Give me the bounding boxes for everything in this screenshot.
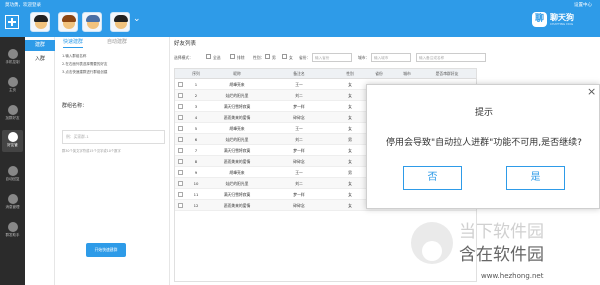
group-name-label: 群组名称：: [62, 103, 88, 109]
auto-reply-icon: [7, 166, 18, 176]
col-header: 是否串群好友: [435, 71, 459, 76]
watermark-line1: 当下软件园: [459, 222, 544, 242]
sidebar-item-auto-reply[interactable]: 自动回复: [2, 164, 23, 186]
dialog-message: 停用会导致"自动拉人进群"功能不可用,是否继续?: [386, 138, 582, 148]
row-checkbox[interactable]: [178, 82, 183, 87]
app-logo: 聊 聊天狗 CHATTING DOG: [532, 10, 586, 30]
female-checkbox[interactable]: [282, 54, 287, 59]
sidebar-item-phone[interactable]: 手机控制: [2, 47, 23, 69]
instruction-line: 3.点击快速建群进行群组创建: [62, 70, 108, 74]
col-header: 城市: [403, 71, 411, 76]
instruction-line: 1.输入群组名称: [62, 54, 87, 58]
row-checkbox[interactable]: [178, 192, 183, 197]
instruction-line: 2.在右面列表选择需要的好友: [62, 62, 108, 66]
friend-list-title: 好友列表: [174, 41, 197, 47]
row-checkbox[interactable]: [178, 159, 183, 164]
app-window: 莫功勇，欢迎登录 设置中心 ⌄ 聊 聊天狗 CHATTING DOG 手机控制 …: [0, 0, 600, 285]
male-label: 男: [272, 55, 276, 60]
watermark-logo-icon: [411, 222, 453, 264]
filter-bar: 选择模式： 全选 排除 性别： 男 女 省份： 输入省份 城市： 输入城市 输入…: [174, 53, 486, 63]
select-all-label: 全选: [213, 55, 221, 60]
add-icon[interactable]: [5, 15, 19, 29]
row-checkbox[interactable]: [178, 148, 183, 153]
row-checkbox[interactable]: [178, 104, 183, 109]
top-bar: 莫功勇，欢迎登录 设置中心 ⌄ 聊 聊天狗 CHATTING DOG: [0, 0, 600, 37]
avatar[interactable]: [82, 12, 102, 32]
avatar[interactable]: [110, 12, 130, 32]
watermark: 当下软件园 含在软件园 www.hezhong.net: [411, 214, 600, 285]
group-name-input[interactable]: 例：买家群-1: [62, 130, 165, 144]
exclude-label: 排除: [237, 55, 245, 60]
tab-quick-create[interactable]: 快速建群: [63, 37, 84, 48]
broadcast-icon: [7, 222, 18, 232]
tab-auto-create[interactable]: 自动建群: [107, 37, 127, 48]
sidebar-item-add-friends[interactable]: 加群好友: [2, 103, 23, 125]
home-icon: [7, 77, 18, 87]
col-header: 序列: [192, 71, 200, 76]
add-friend-icon: [7, 105, 18, 115]
avatar[interactable]: [30, 12, 50, 32]
row-checkbox[interactable]: [178, 181, 183, 186]
row-checkbox[interactable]: [178, 115, 183, 120]
province-label: 省份：: [299, 55, 311, 60]
city-input[interactable]: 输入城市: [371, 53, 411, 62]
row-checkbox[interactable]: [178, 93, 183, 98]
close-icon[interactable]: ×: [587, 85, 596, 98]
friends-icon: [7, 132, 18, 142]
col-header: 省份: [375, 71, 383, 76]
select-mode-label: 选择模式：: [174, 55, 193, 60]
phone-icon: [7, 49, 18, 59]
watermark-domain: www.hezhong.net: [481, 272, 544, 280]
nickname-search-input[interactable]: 输入备注或名称: [416, 53, 486, 62]
row-checkbox[interactable]: [178, 203, 183, 208]
start-quick-create-button[interactable]: 开始快速建群: [86, 243, 126, 257]
group-tab-column: 建群 入群: [25, 37, 55, 285]
select-all-checkbox[interactable]: [206, 54, 211, 59]
col-header: 性别: [346, 71, 354, 76]
row-checkbox[interactable]: [178, 170, 183, 175]
logo-subtext: CHATTING DOG: [550, 22, 574, 26]
settings-link[interactable]: 设置中心: [574, 2, 592, 8]
table-header: 序列 昵称 备注名 性别 省份 城市 是否串群好友: [175, 69, 476, 79]
avatar[interactable]: [58, 12, 78, 32]
sidebar-item-friends[interactable]: 好友管: [2, 130, 23, 152]
watermark-line2: 含在软件园: [459, 245, 544, 265]
gender-label: 性别：: [253, 55, 265, 60]
greeting-text: 莫功勇，欢迎登录: [5, 3, 41, 8]
chevron-down-icon[interactable]: ⌄: [133, 14, 141, 24]
tab-create-group[interactable]: 建群: [25, 40, 55, 51]
province-input[interactable]: 输入省份: [312, 53, 352, 62]
female-label: 女: [289, 55, 293, 60]
col-header: 备注名: [293, 71, 305, 76]
male-checkbox[interactable]: [265, 54, 270, 59]
sidebar-item-home[interactable]: 主页: [2, 75, 23, 97]
city-label: 城市：: [358, 55, 370, 60]
col-header: 昵称: [233, 71, 241, 76]
logo-mark: 聊: [532, 12, 547, 27]
message-icon: [7, 194, 18, 204]
exclude-checkbox[interactable]: [230, 54, 235, 59]
tab-join-group[interactable]: 入群: [25, 54, 55, 65]
sidebar-item-broadcast[interactable]: 群发助手: [2, 220, 23, 242]
confirm-dialog: 提示 × 停用会导致"自动拉人进群"功能不可用,是否继续? 否 是: [366, 84, 600, 209]
no-button[interactable]: 否: [403, 166, 462, 190]
dialog-title: 提示: [474, 108, 493, 118]
row-checkbox[interactable]: [178, 137, 183, 142]
group-name-note: 群30个英文字符或15个汉字或10个数字: [62, 149, 121, 153]
row-checkbox[interactable]: [178, 126, 183, 131]
yes-button[interactable]: 是: [506, 166, 565, 190]
sidebar: 手机控制 主页 加群好友 好友管 自动回复 消息管理 群发助手: [0, 37, 25, 285]
sidebar-item-messages[interactable]: 消息管理: [2, 192, 23, 214]
